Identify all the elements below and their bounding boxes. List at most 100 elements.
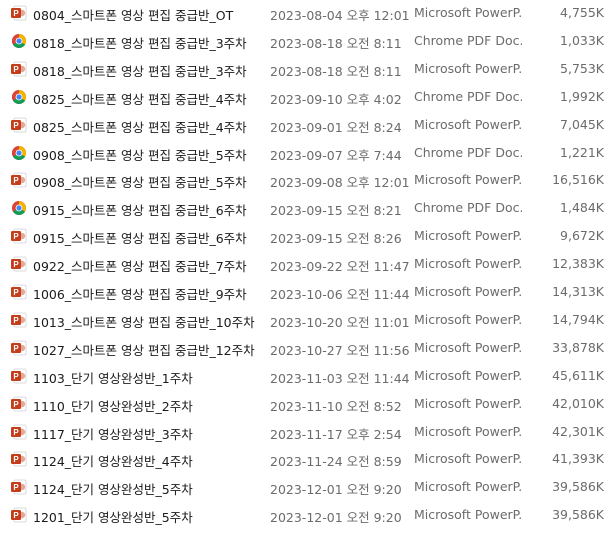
file-row[interactable]: 0915_스마트폰 영상 편집 중급반_6주차 2023-09-15 오전 8:2… [0, 195, 604, 221]
file-size: 41,393K [552, 451, 604, 467]
file-name[interactable]: 0908_스마트폰 영상 편집 중급반_5주차 [33, 172, 247, 191]
file-row[interactable]: P 1117_단기 영상완성반_3주차 2023-11-17 오후 2:54 Micr… [0, 419, 604, 445]
file-type: Microsoft PowerP... [414, 60, 522, 76]
file-row[interactable]: P 0908_스마트폰 영상 편집 중급반_5주차 2023-09-08 오후 12… [0, 167, 604, 193]
file-name[interactable]: 0804_스마트폰 영상 편집 중급반_OT [33, 5, 233, 24]
file-type: Chrome PDF Doc... [414, 144, 522, 160]
file-type: Microsoft PowerP... [414, 367, 522, 383]
file-name[interactable]: 1027_스마트폰 영상 편집 중급반_12주차 [33, 340, 255, 359]
file-row[interactable]: P 0818_스마트폰 영상 편집 중급반_3주차 2023-08-18 오전 8:… [0, 56, 604, 82]
powerpoint-icon: P [10, 255, 28, 273]
svg-text:P: P [13, 483, 19, 492]
file-size: 16,516K [552, 172, 604, 188]
powerpoint-icon: P [10, 283, 28, 301]
file-size: 39,586K [552, 507, 604, 523]
file-name[interactable]: 1124_단기 영상완성반_4주차 [33, 451, 193, 470]
powerpoint-icon: P [10, 395, 28, 413]
svg-text:P: P [13, 372, 19, 381]
svg-text:P: P [13, 177, 19, 186]
file-size: 7,045K [560, 116, 604, 132]
file-name[interactable]: 1006_스마트폰 영상 편집 중급반_9주차 [33, 284, 247, 303]
file-date-modified: 2023-11-10 오전 8:52 [270, 398, 402, 414]
file-date-modified: 2023-09-15 오전 8:26 [270, 231, 402, 247]
file-name[interactable]: 0922_스마트폰 영상 편집 중급반_7주차 [33, 256, 247, 275]
file-row[interactable]: 0908_스마트폰 영상 편집 중급반_5주차 2023-09-07 오후 7:4… [0, 140, 604, 166]
svg-text:P: P [13, 9, 19, 18]
file-row[interactable]: P 1027_스마트폰 영상 편집 중급반_12주차 2023-10-27 오전 1… [0, 335, 604, 361]
file-size: 1,992K [560, 88, 604, 104]
file-date-modified: 2023-09-01 오전 8:24 [270, 119, 402, 135]
file-name[interactable]: 1110_단기 영상완성반_2주차 [33, 396, 193, 415]
file-date-modified: 2023-08-18 오전 8:11 [270, 63, 402, 79]
file-type: Microsoft PowerP... [414, 311, 522, 327]
file-type: Microsoft PowerP... [414, 256, 522, 272]
powerpoint-icon: P [10, 478, 28, 496]
powerpoint-icon: P [10, 311, 28, 329]
file-size: 45,611K [552, 367, 604, 383]
file-row[interactable]: P 1201_단기 영상완성반_5주차 2023-12-01 오전 9:20 Micr… [0, 502, 604, 528]
file-name[interactable]: 1013_스마트폰 영상 편집 중급반_10주차 [33, 312, 255, 331]
file-date-modified: 2023-11-17 오후 2:54 [270, 426, 402, 442]
file-name[interactable]: 1124_단기 영상완성반_5주차 [33, 479, 193, 498]
file-name[interactable]: 0915_스마트폰 영상 편집 중급반_6주차 [33, 228, 247, 247]
svg-text:P: P [13, 428, 19, 437]
powerpoint-icon: P [10, 60, 28, 78]
file-row[interactable]: P 1013_스마트폰 영상 편집 중급반_10주차 2023-10-20 오전 1… [0, 307, 604, 333]
svg-text:P: P [13, 232, 19, 241]
file-row[interactable]: 0825_스마트폰 영상 편집 중급반_4주차 2023-09-10 오후 4:0… [0, 84, 604, 110]
file-date-modified: 2023-11-24 오전 8:59 [270, 454, 402, 470]
file-size: 5,753K [560, 60, 604, 76]
file-row[interactable]: 0818_스마트폰 영상 편집 중급반_3주차 2023-08-18 오전 8:1… [0, 28, 604, 54]
file-size: 9,672K [560, 228, 604, 244]
file-row[interactable]: P 0804_스마트폰 영상 편집 중급반_OT 2023-08-04 오후 12:… [0, 0, 604, 26]
file-size: 39,586K [552, 479, 604, 495]
file-type: Chrome PDF Doc... [414, 200, 522, 216]
file-row[interactable]: P 0915_스마트폰 영상 편집 중급반_6주차 2023-09-15 오전 8:… [0, 223, 604, 249]
file-row[interactable]: P 1110_단기 영상완성반_2주차 2023-11-10 오전 8:52 Micr… [0, 391, 604, 417]
file-name[interactable]: 0818_스마트폰 영상 편집 중급반_3주차 [33, 61, 247, 80]
svg-text:P: P [13, 260, 19, 269]
file-row[interactable]: P 1006_스마트폰 영상 편집 중급반_9주차 2023-10-06 오전 11… [0, 279, 604, 305]
file-date-modified: 2023-09-07 오후 7:44 [270, 147, 402, 163]
file-row[interactable]: P 1124_단기 영상완성반_4주차 2023-11-24 오전 8:59 Micr… [0, 446, 604, 472]
file-name[interactable]: 0908_스마트폰 영상 편집 중급반_5주차 [33, 145, 247, 164]
svg-text:P: P [13, 344, 19, 353]
file-type: Microsoft PowerP... [414, 5, 522, 20]
file-name[interactable]: 0825_스마트폰 영상 편집 중급반_4주차 [33, 89, 247, 108]
file-type: Microsoft PowerP... [414, 479, 522, 495]
file-name[interactable]: 1201_단기 영상완성반_5주차 [33, 507, 193, 526]
file-size: 42,301K [552, 423, 604, 439]
file-row[interactable]: P 1124_단기 영상완성반_5주차 2023-12-01 오전 9:20 Micr… [0, 474, 604, 500]
powerpoint-icon: P [10, 423, 28, 441]
file-size: 1,033K [560, 32, 604, 48]
file-list: P 0804_스마트폰 영상 편집 중급반_OT 2023-08-04 오후 12:… [0, 0, 604, 541]
file-name[interactable]: 1103_단기 영상완성반_1주차 [33, 368, 193, 387]
file-size: 12,383K [552, 256, 604, 272]
file-type: Chrome PDF Doc... [414, 88, 522, 104]
file-date-modified: 2023-08-04 오후 12:01 [270, 8, 410, 23]
file-date-modified: 2023-08-18 오전 8:11 [270, 35, 402, 51]
svg-text:P: P [13, 288, 19, 297]
file-name[interactable]: 0825_스마트폰 영상 편집 중급반_4주차 [33, 117, 247, 136]
svg-text:P: P [13, 400, 19, 409]
svg-text:P: P [13, 316, 19, 325]
file-date-modified: 2023-10-27 오전 11:56 [270, 342, 410, 358]
file-type: Microsoft PowerP... [414, 228, 522, 244]
file-row[interactable]: P 1103_단기 영상완성반_1주차 2023-11-03 오전 11:44 Mic… [0, 363, 604, 389]
file-name[interactable]: 1117_단기 영상완성반_3주차 [33, 424, 193, 443]
file-name[interactable]: 0818_스마트폰 영상 편집 중급반_3주차 [33, 33, 247, 52]
file-name[interactable]: 0915_스마트폰 영상 편집 중급반_6주차 [33, 200, 247, 219]
file-date-modified: 2023-09-22 오전 11:47 [270, 259, 410, 275]
file-date-modified: 2023-10-06 오전 11:44 [270, 287, 410, 302]
file-row[interactable]: P 0825_스마트폰 영상 편집 중급반_4주차 2023-09-01 오전 8:… [0, 112, 604, 138]
powerpoint-icon: P [10, 450, 28, 468]
file-date-modified: 2023-12-01 오전 9:20 [270, 510, 402, 526]
svg-text:P: P [13, 121, 19, 130]
file-date-modified: 2023-09-15 오전 8:21 [270, 203, 402, 219]
file-size: 4,755K [560, 5, 604, 20]
file-row[interactable]: P 0922_스마트폰 영상 편집 중급반_7주차 2023-09-22 오전 11… [0, 251, 604, 277]
svg-text:P: P [13, 456, 19, 465]
powerpoint-icon: P [10, 339, 28, 357]
chrome-pdf-icon [10, 88, 28, 106]
file-date-modified: 2023-12-01 오전 9:20 [270, 482, 402, 498]
